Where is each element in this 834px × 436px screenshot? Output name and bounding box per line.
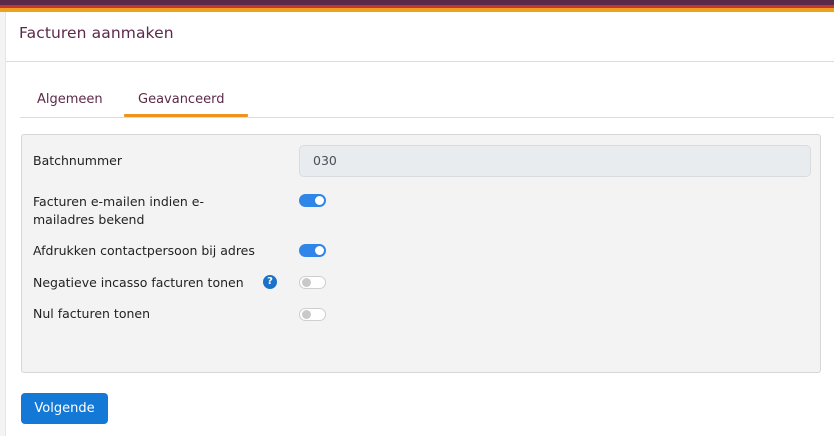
zero-invoices-toggle[interactable]	[299, 308, 326, 321]
print-contact-label: Afdrukken contactpersoon bij adres	[33, 243, 255, 258]
brand-stripe	[0, 0, 834, 12]
tab-algemeen[interactable]: Algemeen	[37, 92, 103, 107]
tab-bar: Algemeen Geavanceerd	[20, 86, 834, 118]
zero-invoices-label: Nul facturen tonen	[33, 306, 151, 321]
batch-number-label: Batchnummer	[33, 153, 122, 168]
negative-invoices-toggle[interactable]	[299, 276, 326, 289]
left-edge	[0, 12, 6, 436]
active-tab-indicator	[124, 114, 248, 117]
print-contact-toggle[interactable]	[299, 244, 326, 257]
email-invoices-label: Facturen e-mailen indien e-mailadres bek…	[33, 194, 205, 227]
email-invoices-toggle[interactable]	[299, 194, 326, 207]
batch-number-input[interactable]: 030	[299, 145, 811, 177]
tab-geavanceerd[interactable]: Geavanceerd	[138, 92, 224, 107]
header-divider	[6, 61, 834, 62]
negative-invoices-label: Negatieve incasso facturen tonen	[33, 275, 244, 290]
settings-panel: Batchnummer 030 Facturen e-mailen indien…	[21, 134, 821, 373]
help-icon[interactable]: ?	[263, 275, 277, 289]
page-title: Facturen aanmaken	[19, 24, 174, 42]
next-button[interactable]: Volgende	[21, 393, 108, 424]
